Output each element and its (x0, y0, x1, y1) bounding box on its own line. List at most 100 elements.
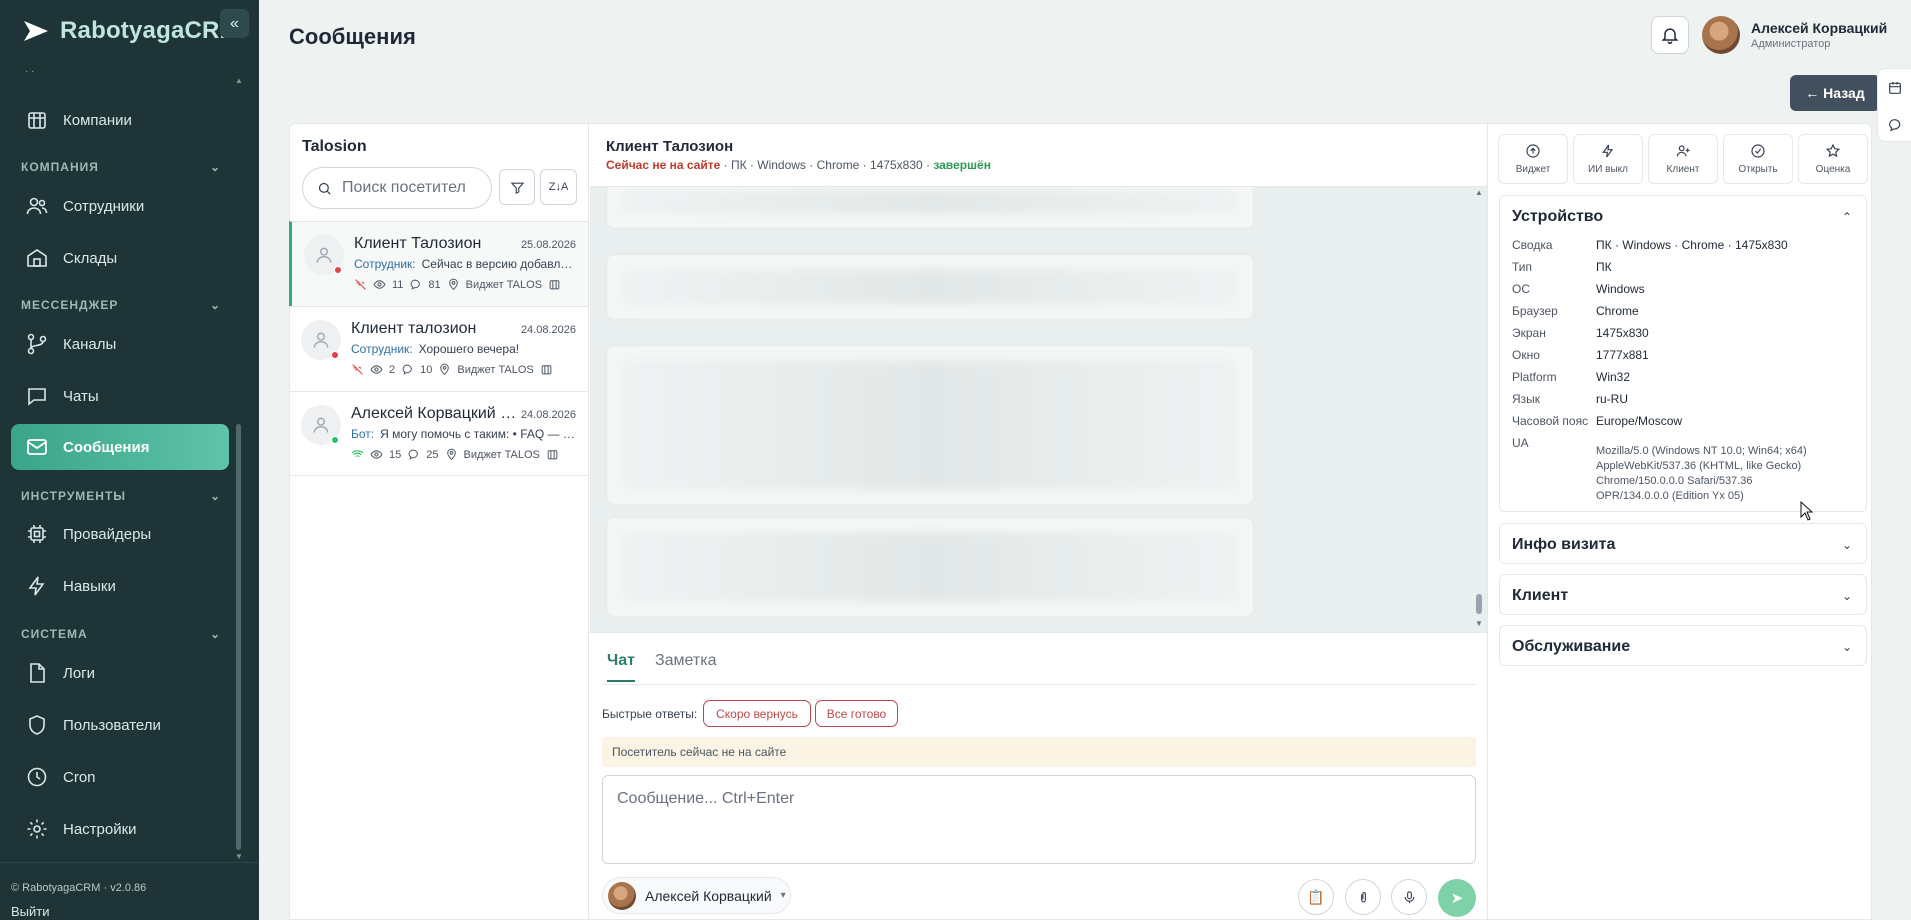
sort-button[interactable]: Z↓A (540, 169, 577, 205)
section-messenger[interactable]: МЕССЕНДЖЕР ⌄ (21, 298, 221, 312)
conversation-state: завершён (933, 158, 991, 172)
sidebar-item-label: Cron (63, 768, 96, 786)
visitor-last-message: Бот: Я могу помочь с таким: • FAQ — ответ… (351, 427, 575, 441)
composer-tabs: Чат Заметка (607, 652, 717, 682)
widget-title: Talosion (302, 138, 367, 155)
section-system[interactable]: СИСТЕМА ⌄ (21, 627, 221, 641)
visitor-date: 25.08.2026 (520, 239, 576, 251)
sidebar-item-chats[interactable]: Чаты (11, 373, 229, 419)
agent-selector[interactable]: Алексей Корвацкий ▾ (602, 877, 791, 914)
sidebar-item-employees[interactable]: Сотрудники (11, 183, 229, 229)
scroll-down-arrow[interactable]: ▼ (235, 852, 243, 861)
calendar-button[interactable] (1878, 69, 1911, 106)
voice-button[interactable] (1391, 879, 1427, 915)
list-item[interactable]: Клиент талозион 24.08.2026 Сотрудник: Хор… (289, 306, 588, 391)
scroll-down-arrow[interactable]: ▼ (1475, 619, 1483, 628)
card-title: Обслуживание (1512, 638, 1631, 655)
brand[interactable]: RabotyagaCRM (22, 17, 240, 45)
collapse-sidebar-button[interactable]: « (220, 9, 249, 38)
sidebar-item-warehouses[interactable]: Склады (11, 235, 229, 281)
sidebar-item-cron[interactable]: Cron (11, 754, 229, 800)
section-label: КОМПАНИЯ (21, 160, 99, 174)
visitor-date: 24.08.2026 (520, 409, 576, 421)
mouse-cursor-icon (1800, 501, 1814, 521)
chevron-down-icon: ▾ (780, 890, 786, 901)
logout-link[interactable]: Выйти (11, 904, 50, 919)
action-label: Оценка (1815, 164, 1851, 175)
chat-history[interactable] (590, 186, 1487, 633)
card-title: Устройство (1512, 208, 1604, 225)
sidebar-item-channels[interactable]: Каналы (11, 321, 229, 367)
section-tools[interactable]: ИНСТРУМЕНТЫ ⌄ (21, 489, 221, 503)
quick-reply-button[interactable]: Все готово (815, 700, 898, 727)
client-action-button[interactable]: Клиент (1648, 134, 1718, 184)
device-key: Экран (1512, 326, 1546, 340)
sidebar-item-messages[interactable]: Сообщения (11, 424, 229, 470)
message-sender: Сотрудник: (351, 342, 413, 356)
list-item[interactable]: Алексей Корвацкий (Telegram) 24.08.2026 … (289, 391, 588, 476)
chevron-up-icon[interactable]: ⌃ (1842, 210, 1852, 224)
visit-info-card[interactable]: Инфо визита ⌄ (1499, 523, 1867, 564)
device-card: Устройство ⌃ Сводка ПК · Windows · Chrom… (1499, 195, 1867, 512)
map-pin-icon (446, 448, 456, 461)
action-label: ИИ выкл (1588, 164, 1628, 175)
widget-action-button[interactable]: Виджет (1498, 134, 1568, 184)
visitor-name: Клиент Талозион (354, 235, 482, 252)
arrow-up-circle-icon (1526, 144, 1540, 158)
service-card[interactable]: Обслуживание ⌄ (1499, 625, 1867, 666)
sidebar-item-providers[interactable]: Провайдеры (11, 511, 229, 557)
scroll-up-arrow[interactable]: ▲ (235, 76, 243, 85)
chat-scroll-thumb[interactable] (1476, 594, 1482, 614)
messages-count: 10 (420, 363, 433, 376)
client-card[interactable]: Клиент ⌄ (1499, 574, 1867, 615)
device-key: ОС (1512, 282, 1530, 296)
widget-name: Виджет TALOS (463, 448, 540, 461)
building-icon (549, 280, 560, 290)
tab-note[interactable]: Заметка (655, 652, 717, 682)
sidebar-item-companies[interactable]: Компании (11, 97, 229, 143)
device-value: Win32 (1596, 370, 1631, 384)
sidebar-nav: · · Компании КОМПАНИЯ ⌄ Сотрудники Склады… (0, 66, 259, 866)
message-input[interactable]: Сообщение... Ctrl+Enter (602, 775, 1476, 864)
reopen-action-button[interactable]: Открыть (1723, 134, 1793, 184)
notifications-button[interactable] (1651, 16, 1689, 54)
sidebar-item-label: Компании (63, 111, 132, 129)
sidebar-item-settings[interactable]: Настройки (11, 806, 229, 852)
chat-scrollbar[interactable]: ▲ ▼ (1473, 186, 1485, 633)
tab-chat[interactable]: Чат (607, 652, 635, 682)
user-avatar[interactable] (1702, 16, 1740, 54)
sidebar-item-logs[interactable]: Логи (11, 650, 229, 696)
views-count: 15 (389, 448, 402, 461)
sidebar-item-users[interactable]: Пользователи (11, 702, 229, 748)
sidebar-item-label: Провайдеры (63, 525, 152, 543)
mail-icon (27, 439, 47, 455)
right-rail (1877, 68, 1911, 142)
rating-action-button[interactable]: Оценка (1798, 134, 1868, 184)
quick-reply-button[interactable]: Скоро вернусь (703, 700, 811, 727)
attach-button[interactable] (1345, 879, 1381, 915)
device-value: ПК (1596, 260, 1612, 274)
action-label: Открыть (1738, 164, 1778, 175)
section-company[interactable]: КОМПАНИЯ ⌄ (21, 160, 221, 174)
device-key: Тип (1512, 260, 1533, 274)
eye-icon (373, 280, 386, 289)
send-arrow-icon: ➤ (1450, 890, 1464, 907)
scroll-up-arrow[interactable]: ▲ (1475, 188, 1483, 197)
list-item[interactable]: Клиент Талозион 25.08.2026 Сотрудник: Сей… (289, 221, 588, 306)
sidebar-item-skills[interactable]: Навыки (11, 563, 229, 609)
lightning-icon (1602, 144, 1614, 158)
messages-count: 81 (428, 278, 441, 291)
device-key: Окно (1512, 348, 1540, 362)
send-button[interactable]: ➤ (1438, 879, 1476, 917)
chevron-down-icon: ⌄ (209, 298, 221, 312)
back-button[interactable]: ← Назад (1790, 75, 1880, 111)
templates-button[interactable]: 📋 (1298, 879, 1334, 915)
users-icon (26, 197, 48, 215)
ai-toggle-button[interactable]: ИИ выкл (1573, 134, 1643, 184)
chevron-down-icon: ⌄ (1841, 589, 1852, 603)
search-input[interactable]: Поиск посетител (302, 167, 492, 209)
agent-avatar (608, 881, 636, 910)
filter-button[interactable] (499, 169, 535, 205)
chat-rail-button[interactable] (1878, 106, 1911, 143)
sidebar-scrollbar[interactable] (236, 424, 241, 850)
